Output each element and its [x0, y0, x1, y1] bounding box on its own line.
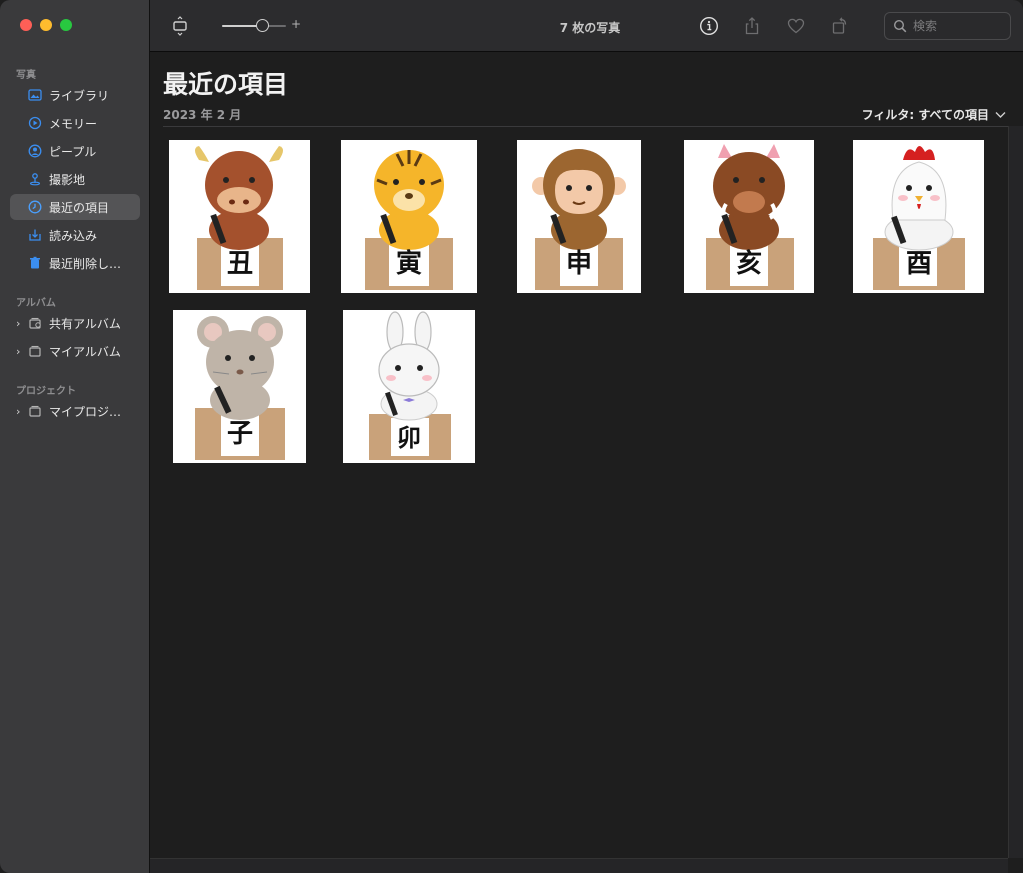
imports-icon: [28, 228, 42, 242]
chevron-right-icon[interactable]: ›: [16, 405, 26, 418]
search-icon: [893, 19, 907, 33]
recents-icon: [28, 200, 42, 214]
sidebar-item-label: メモリー: [49, 116, 98, 131]
sidebar-item-label: 最近の項目: [49, 200, 110, 215]
photo-thumbnail-rat[interactable]: 子: [173, 310, 306, 463]
photo-thumbnail-ox[interactable]: 丑: [169, 140, 310, 293]
close-window-button[interactable]: [20, 19, 32, 31]
photo-character: 寅: [396, 248, 422, 279]
share-button[interactable]: [740, 14, 764, 38]
sidebar-item-label: ピープル: [49, 144, 97, 159]
photos-window: 写真 ライブラリ メモリー ピープル 撮影地 最近の項目 読み込み 最近削除し…: [0, 0, 1023, 873]
photo-character: 酉: [906, 249, 932, 279]
photo-thumbnail-monkey[interactable]: 申: [517, 140, 641, 293]
sidebar-item-recently-deleted[interactable]: 最近削除し…: [10, 250, 140, 276]
rotate-icon: [832, 17, 847, 34]
photo-character: 卯: [397, 424, 421, 452]
sidebar-section-albums: アルバム: [16, 298, 56, 309]
sidebar-item-places[interactable]: 撮影地: [10, 166, 140, 192]
memories-icon: [28, 116, 42, 130]
search-input[interactable]: [913, 19, 1003, 33]
photo-thumbnail-boar[interactable]: 亥: [684, 140, 814, 293]
places-icon: [28, 172, 42, 186]
sidebar-item-my-projects[interactable]: › マイプロジ…: [10, 398, 140, 424]
sidebar-item-label: 共有アルバム: [49, 316, 121, 331]
chevron-right-icon[interactable]: ›: [16, 317, 26, 330]
sidebar-item-memories[interactable]: メモリー: [10, 110, 140, 136]
sidebar-item-shared-albums[interactable]: › 共有アルバム: [10, 310, 140, 336]
sidebar-item-library[interactable]: ライブラリ: [10, 82, 140, 108]
sidebar-item-label: 撮影地: [49, 172, 86, 187]
vertical-scrollbar[interactable]: [1008, 126, 1023, 858]
sidebar-item-label: ライブラリ: [49, 88, 110, 103]
people-icon: [28, 144, 42, 158]
toolbar-title: 7 枚の写真: [559, 21, 621, 35]
photo-character: 丑: [227, 249, 253, 279]
sidebar-section-photos: 写真: [16, 70, 36, 81]
sidebar-item-label: 最近削除し…: [49, 256, 122, 271]
info-button[interactable]: [697, 14, 721, 38]
chevron-down-icon: [995, 111, 1006, 118]
sidebar-item-label: マイプロジ…: [49, 404, 122, 419]
sidebar-item-people[interactable]: ピープル: [10, 138, 140, 164]
favorite-button[interactable]: [784, 14, 808, 38]
zoom-window-button[interactable]: [60, 19, 72, 31]
toolbar: + 7 枚の写真: [150, 0, 1023, 52]
photo-thumbnail-rooster[interactable]: 酉: [853, 140, 984, 293]
window-controls: [20, 19, 72, 31]
fit-toggle-button[interactable]: [168, 14, 192, 38]
photo-thumbnail-rabbit[interactable]: 卯: [343, 310, 475, 463]
photo-character: 子: [227, 419, 253, 449]
aspect-icon: [173, 16, 187, 36]
share-icon: [745, 17, 759, 35]
sidebar-item-recents[interactable]: 最近の項目: [10, 194, 140, 220]
sidebar-item-my-albums[interactable]: › マイアルバム: [10, 338, 140, 364]
photo-thumbnail-tiger[interactable]: 寅: [341, 140, 477, 293]
album-icon: [28, 344, 42, 358]
rotate-button[interactable]: [828, 14, 852, 38]
search-field[interactable]: [884, 12, 1011, 40]
trash-icon: [28, 256, 42, 270]
filter-menu[interactable]: フィルタ: すべての項目: [862, 106, 1006, 123]
main-content: 最近の項目 2023 年 2 月 フィルタ: すべての項目 丑 寅 申 亥 酉 …: [150, 53, 1023, 873]
photo-character: 亥: [736, 248, 762, 279]
minimize-window-button[interactable]: [40, 19, 52, 31]
sidebar-section-projects: プロジェクト: [16, 386, 76, 397]
horizontal-scrollbar[interactable]: [150, 858, 1008, 873]
filter-label: フィルタ: すべての項目: [861, 108, 989, 122]
sidebar-item-imports[interactable]: 読み込み: [10, 222, 140, 248]
zoom-slider-knob[interactable]: [256, 19, 269, 32]
chevron-right-icon[interactable]: ›: [16, 345, 26, 358]
shared-album-icon: [28, 316, 42, 330]
header-divider: [163, 126, 1008, 127]
date-group-label: 2023 年 2 月: [163, 108, 242, 122]
photo-character: 申: [566, 249, 592, 279]
sidebar-item-label: マイアルバム: [49, 344, 121, 359]
heart-icon: [787, 18, 805, 34]
zoom-slider[interactable]: [222, 19, 286, 32]
library-icon: [28, 88, 42, 102]
info-icon: [699, 16, 719, 36]
sidebar: 写真 ライブラリ メモリー ピープル 撮影地 最近の項目 読み込み 最近削除し…: [0, 0, 150, 873]
project-icon: [28, 404, 42, 418]
zoom-plus-label: +: [291, 17, 302, 31]
page-title: 最近の項目: [163, 70, 289, 99]
sidebar-item-label: 読み込み: [49, 228, 98, 243]
